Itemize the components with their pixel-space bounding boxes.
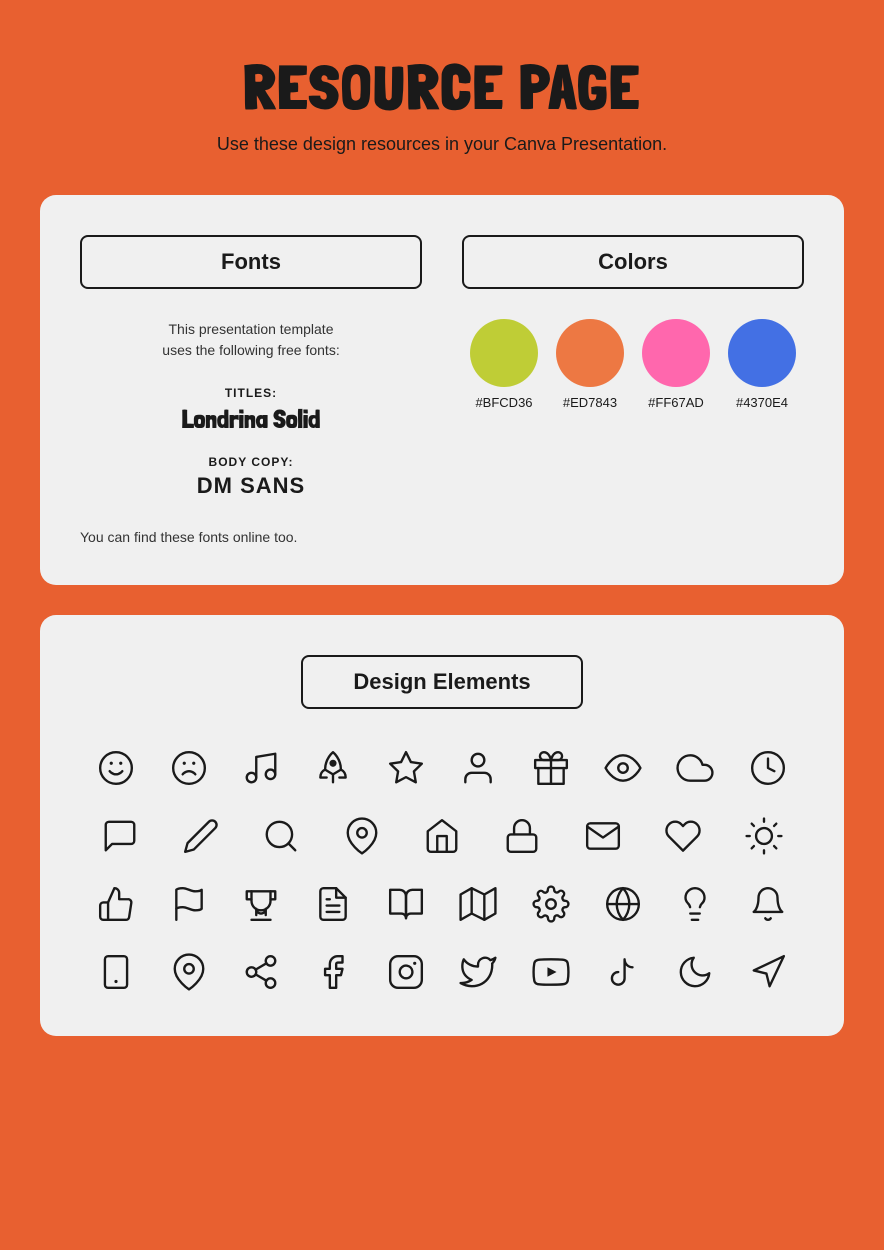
- user-icon: [454, 744, 502, 792]
- colors-section: Colors #BFCD36 #ED7843 #FF67AD #4370E4: [462, 235, 804, 545]
- fonts-colors-card: Fonts This presentation template uses th…: [40, 195, 844, 585]
- design-elements-header: Design Elements: [80, 655, 804, 709]
- color-hex-label: #ED7843: [563, 395, 617, 410]
- fonts-description: This presentation template uses the foll…: [80, 319, 422, 361]
- star-icon: [382, 744, 430, 792]
- color-swatch-item: #4370E4: [728, 319, 796, 410]
- color-circle: [470, 319, 538, 387]
- book-icon: [382, 880, 430, 928]
- pencil-icon: [177, 812, 225, 860]
- page-title: RESOURCE PAGE: [217, 50, 667, 124]
- color-circle: [728, 319, 796, 387]
- sad-face-icon: [165, 744, 213, 792]
- color-hex-label: #4370E4: [736, 395, 788, 410]
- fonts-header-box: Fonts: [80, 235, 422, 289]
- color-swatches: #BFCD36 #ED7843 #FF67AD #4370E4: [462, 319, 804, 410]
- color-hex-label: #FF67AD: [648, 395, 704, 410]
- design-elements-label: Design Elements: [353, 669, 530, 694]
- instagram-icon: [382, 948, 430, 996]
- color-swatch-item: #FF67AD: [642, 319, 710, 410]
- color-swatch-item: #BFCD36: [470, 319, 538, 410]
- smiley-icon: [92, 744, 140, 792]
- facebook-icon: [309, 948, 357, 996]
- design-elements-header-box: Design Elements: [301, 655, 582, 709]
- eye-icon: [599, 744, 647, 792]
- design-elements-card: Design Elements: [40, 615, 844, 1036]
- colors-header-box: Colors: [462, 235, 804, 289]
- mobile-icon: [92, 948, 140, 996]
- lightbulb-icon: [671, 880, 719, 928]
- gear-icon: [527, 880, 575, 928]
- fonts-label: Fonts: [221, 249, 281, 274]
- lock-icon: [498, 812, 546, 860]
- tiktok-icon: [599, 948, 647, 996]
- share-icon: [237, 948, 285, 996]
- color-circle: [556, 319, 624, 387]
- thumbsup-icon: [92, 880, 140, 928]
- map-icon: [454, 880, 502, 928]
- clock-icon: [744, 744, 792, 792]
- titles-label: TITLES:: [80, 386, 422, 400]
- icons-row-1: [80, 744, 804, 792]
- youtube-icon: [527, 948, 575, 996]
- gift-icon: [527, 744, 575, 792]
- color-circle: [642, 319, 710, 387]
- moon-icon: [671, 948, 719, 996]
- megaphone-icon: [744, 948, 792, 996]
- rocket-icon: [309, 744, 357, 792]
- search-icon: [257, 812, 305, 860]
- fonts-section: Fonts This presentation template uses th…: [80, 235, 422, 545]
- sun-icon: [740, 812, 788, 860]
- globe-icon: [599, 880, 647, 928]
- music-icon: [237, 744, 285, 792]
- twitter-icon: [454, 948, 502, 996]
- document-icon: [309, 880, 357, 928]
- cloud-icon: [671, 744, 719, 792]
- heart-icon: [659, 812, 707, 860]
- body-font: DM SANS: [80, 473, 422, 499]
- home-icon: [418, 812, 466, 860]
- icons-row-4: [80, 948, 804, 996]
- location-icon: [165, 948, 213, 996]
- trophy-icon: [237, 880, 285, 928]
- icons-row-2: [80, 812, 804, 860]
- mail-icon: [579, 812, 627, 860]
- fonts-find-text: You can find these fonts online too.: [80, 529, 422, 545]
- page-header: RESOURCE PAGE Use these design resources…: [217, 50, 667, 155]
- bell-icon: [744, 880, 792, 928]
- page-subtitle: Use these design resources in your Canva…: [217, 134, 667, 155]
- chat-bubble-icon: [96, 812, 144, 860]
- icons-row-3: [80, 880, 804, 928]
- color-swatch-item: #ED7843: [556, 319, 624, 410]
- pin-icon: [338, 812, 386, 860]
- color-hex-label: #BFCD36: [475, 395, 532, 410]
- icons-grid: [80, 744, 804, 996]
- colors-label: Colors: [598, 249, 668, 274]
- titles-font: Londrina Solid: [80, 404, 422, 435]
- body-label: BODY COPY:: [80, 455, 422, 469]
- flag-icon: [165, 880, 213, 928]
